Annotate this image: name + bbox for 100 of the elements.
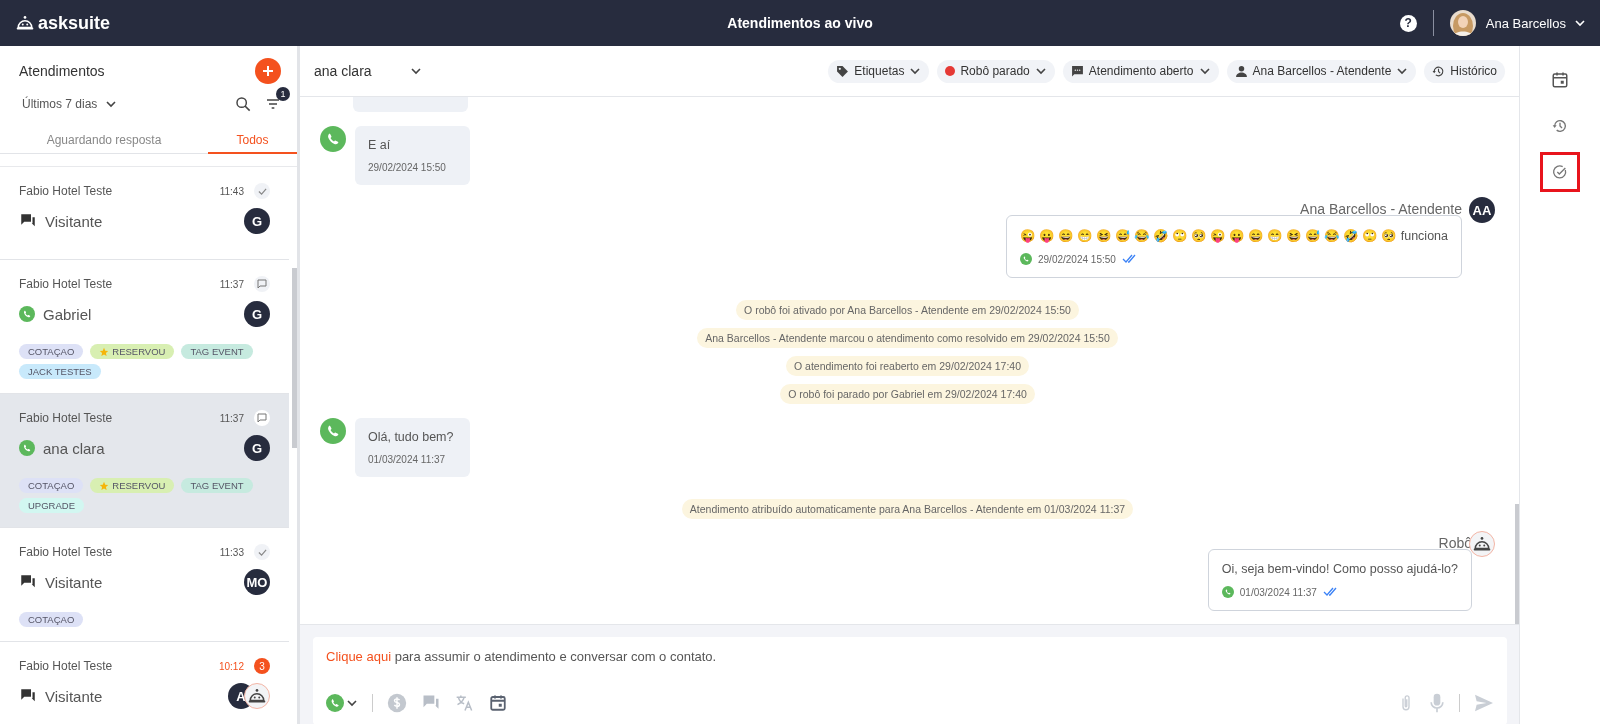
tag: TAG EVENT xyxy=(181,344,253,359)
header-chip[interactable]: Histórico xyxy=(1424,59,1505,83)
conversation-time: 11:37 xyxy=(219,412,244,424)
person-icon xyxy=(1234,64,1248,78)
channel-selector[interactable] xyxy=(326,694,358,712)
company-name: Fabio Hotel Teste xyxy=(19,659,113,673)
chat-status-icon xyxy=(254,410,270,426)
calendar-icon[interactable] xyxy=(489,694,507,712)
avatar: G xyxy=(244,208,270,234)
search-icon[interactable] xyxy=(235,96,251,112)
conversation-item[interactable]: Fabio Hotel Teste 11:37 ana clara G COTAÇAO RESERVOU TAG EVENT UPGRADE xyxy=(0,394,289,528)
composer-text: Clique aqui para assumir o atendimento e conversar com o contato. xyxy=(326,649,718,664)
conversation-time: 10:12 xyxy=(218,660,244,672)
contact-name: ana clara xyxy=(43,439,105,457)
system-message: O atendimento foi reaberto em 29/02/2024 17:40 xyxy=(785,356,1030,376)
user-menu[interactable]: Ana Barcellos xyxy=(1485,15,1586,31)
tab[interactable]: Aguardando resposta xyxy=(0,124,208,154)
tag: RESERVOU xyxy=(90,478,175,493)
filter-count: 1 xyxy=(276,87,290,101)
side-panel-button[interactable] xyxy=(1540,152,1580,192)
caret-icon xyxy=(909,65,922,77)
tag: TAG EVENT xyxy=(181,478,253,493)
add-button[interactable] xyxy=(255,58,281,84)
header-chip[interactable]: Etiquetas xyxy=(828,59,930,83)
history-icon xyxy=(1432,64,1446,78)
sender-name: Ana Barcellos - Atendente xyxy=(1300,201,1462,217)
sender-name: Robô xyxy=(1438,535,1472,551)
star-icon xyxy=(99,346,110,357)
help-button[interactable]: ? xyxy=(1399,14,1417,32)
double-check-icon xyxy=(1322,587,1337,597)
header-chip[interactable]: Robô parado xyxy=(937,59,1055,83)
tag: RESERVOU xyxy=(90,344,175,359)
chat-status-icon xyxy=(254,276,270,292)
caret-icon xyxy=(1396,65,1409,77)
conversation-item[interactable]: Fabio Hotel Teste 11:43 Visitante G xyxy=(0,167,289,260)
message-text: Oi, seja bem-vindo! Como posso ajudá-lo? xyxy=(1221,562,1458,576)
conversation-item[interactable]: Fabio Hotel Teste 11:37 Gabriel G COTAÇAO RESERVOU TAG EVENT JACK TESTES xyxy=(0,260,289,394)
message-text: 😜 😛 😄 😁 😆 😅 😂 🤣 🙄 🥺 😜 😛 😄 😁 😆 😅 😂 🤣 🙄 🥺 funciona xyxy=(1020,228,1448,243)
check-status-icon xyxy=(254,544,270,560)
check-status-icon xyxy=(254,183,270,199)
sidebar-title: Atendimentos xyxy=(19,63,105,79)
message-text: E aí xyxy=(368,138,392,152)
user-avatar[interactable] xyxy=(1449,10,1476,36)
period-dropdown[interactable]: Últimos 7 dias xyxy=(22,97,118,111)
company-name: Fabio Hotel Teste xyxy=(19,545,113,559)
history-icon xyxy=(1552,118,1568,134)
double-check-icon xyxy=(1121,254,1136,264)
whatsapp-icon xyxy=(19,306,35,322)
tag-icon xyxy=(836,64,850,78)
whatsapp-icon xyxy=(1020,253,1032,265)
logo-icon xyxy=(16,15,34,31)
claim-link[interactable]: Clique aqui xyxy=(326,649,392,664)
caret-icon xyxy=(1574,17,1586,29)
page-title: Atendimentos ao vivo xyxy=(727,15,873,31)
tag: COTAÇAO xyxy=(19,478,84,493)
conversation-time: 11:37 xyxy=(219,278,244,290)
conversation-item[interactable]: Fabio Hotel Teste 11:33 Visitante MO COTAÇAO xyxy=(0,528,289,642)
logo: asksuite xyxy=(38,12,111,34)
filter-button[interactable] xyxy=(265,96,281,112)
contact-dropdown[interactable]: ana clara xyxy=(314,63,422,79)
avatar: AA xyxy=(1469,197,1495,223)
caret-icon xyxy=(105,98,118,110)
check-circle-icon xyxy=(1552,164,1568,180)
translate-icon[interactable] xyxy=(455,693,475,713)
conversation-time: 11:33 xyxy=(219,546,244,558)
whatsapp-icon xyxy=(326,694,344,712)
contact-name: Gabriel xyxy=(43,305,92,323)
avatar: MO xyxy=(244,569,270,595)
plus-icon xyxy=(262,65,274,77)
contact-name: Visitante xyxy=(45,573,103,591)
message-time: 01/03/2024 11:37 xyxy=(1239,586,1317,598)
company-name: Fabio Hotel Teste xyxy=(19,411,113,425)
contact-name: Visitante xyxy=(45,687,103,705)
message-time: 29/02/2024 15:50 xyxy=(1038,253,1116,265)
message-time: 29/02/2024 15:50 xyxy=(368,162,447,173)
caret-icon xyxy=(1034,65,1047,77)
company-name: Fabio Hotel Teste xyxy=(19,184,113,198)
unread-count: 3 xyxy=(254,658,270,674)
whatsapp-icon xyxy=(1221,586,1234,598)
star-icon xyxy=(99,480,110,491)
company-name: Fabio Hotel Teste xyxy=(19,277,113,291)
header-chip[interactable]: Ana Barcellos - Atendente xyxy=(1226,59,1417,83)
whatsapp-icon xyxy=(320,126,346,152)
tag: JACK TESTES xyxy=(19,364,101,379)
header-chip[interactable]: Atendimento aberto xyxy=(1062,59,1219,83)
conversation-item[interactable]: Fabio Hotel Teste 10:12 3 Visitante A xyxy=(0,642,289,724)
caret-icon xyxy=(409,65,422,77)
system-message: Ana Barcellos - Atendente marcou o atendimento como resolvido em 29/02/2024 15:50 xyxy=(697,328,1118,348)
calendar-icon xyxy=(1551,71,1569,89)
chat-icon xyxy=(1070,64,1084,78)
tag: UPGRADE xyxy=(19,498,84,513)
caret-icon xyxy=(346,697,358,709)
system-message: O robô foi parado por Gabriel em 29/02/2024 17:40 xyxy=(780,384,1035,404)
robot-icon xyxy=(1473,536,1491,552)
whatsapp-icon xyxy=(19,440,35,456)
robot-icon xyxy=(248,688,266,704)
caret-icon xyxy=(1198,65,1211,77)
tab[interactable]: Todos xyxy=(208,124,297,154)
conversation-time: 11:43 xyxy=(219,185,244,197)
system-message: Atendimento atribuído automaticamente para Ana Barcellos - Atendente em 01/03/2024 11:37 xyxy=(681,499,1134,519)
